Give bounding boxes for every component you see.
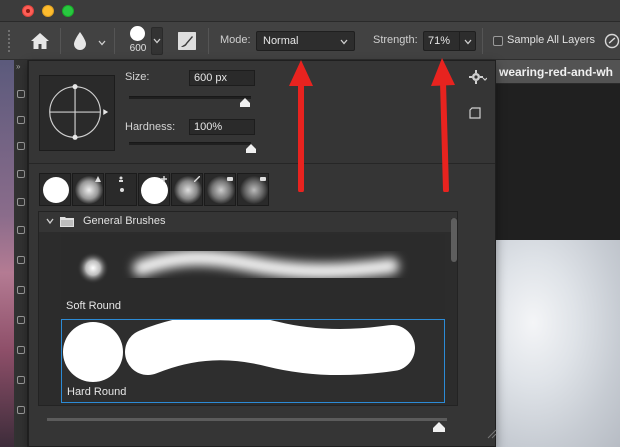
new-preset-icon[interactable] bbox=[469, 107, 481, 119]
chevron-down-icon bbox=[340, 39, 348, 45]
brush-preset-name: Hard Round bbox=[67, 386, 127, 398]
strength-label: Strength: bbox=[373, 34, 418, 46]
brush-presets-list: General Brushes Soft Round Hard Round bbox=[38, 211, 458, 406]
hard-round-thumbnail bbox=[43, 177, 69, 203]
chevron-down-icon[interactable] bbox=[46, 217, 54, 225]
panel-divider bbox=[29, 163, 495, 164]
preview-size-slider-thumb[interactable] bbox=[433, 422, 445, 432]
hardness-value: 100% bbox=[194, 121, 223, 133]
eraser-tip-icon bbox=[227, 177, 233, 181]
desktop-background bbox=[0, 60, 14, 447]
recent-brush-preset[interactable] bbox=[105, 173, 137, 206]
tool-button[interactable] bbox=[17, 346, 25, 354]
canvas-area[interactable] bbox=[496, 84, 620, 240]
sample-all-layers-label: Sample All Layers bbox=[507, 34, 596, 46]
brush-preset-picker-button[interactable] bbox=[151, 27, 163, 55]
window-title-bar bbox=[0, 0, 620, 22]
home-icon[interactable] bbox=[30, 32, 50, 50]
brush-angle-roundness-widget[interactable] bbox=[39, 75, 115, 151]
hardness-slider-track[interactable] bbox=[129, 142, 251, 145]
options-bar-grip[interactable] bbox=[8, 30, 12, 52]
expand-panel-icon[interactable]: » bbox=[16, 62, 20, 71]
recent-brushes-row bbox=[39, 173, 269, 208]
hard-round-stroke-preview bbox=[63, 320, 415, 382]
tool-button[interactable] bbox=[17, 256, 25, 264]
size-slider-thumb[interactable] bbox=[239, 98, 250, 107]
brush-preset-soft-round[interactable]: Soft Round bbox=[61, 234, 445, 316]
preview-size-slider-track[interactable] bbox=[47, 418, 447, 421]
size-input[interactable]: 600 px bbox=[189, 70, 255, 86]
brush-size-readout: 600 bbox=[129, 43, 147, 54]
brush-group-title: General Brushes bbox=[83, 215, 166, 227]
list-scrollbar-thumb[interactable] bbox=[451, 218, 457, 262]
canvas-image[interactable] bbox=[496, 240, 620, 447]
close-window-button[interactable] bbox=[22, 5, 34, 17]
options-separator bbox=[482, 28, 483, 54]
minimize-window-button[interactable] bbox=[42, 5, 54, 17]
options-separator bbox=[208, 28, 209, 54]
small-round-thumbnail bbox=[120, 188, 124, 192]
folder-icon bbox=[60, 217, 74, 227]
size-slider-track[interactable] bbox=[129, 96, 251, 99]
tool-button[interactable] bbox=[17, 142, 25, 150]
tools-panel: » bbox=[14, 60, 28, 447]
water-drop-icon[interactable] bbox=[72, 31, 88, 51]
document-tab-title: wearing-red-and-wh bbox=[499, 65, 614, 79]
chevron-down-icon[interactable] bbox=[98, 40, 106, 46]
pressure-size-icon bbox=[119, 176, 123, 182]
annotation-arrow-mode bbox=[289, 60, 313, 192]
tool-button[interactable] bbox=[17, 198, 25, 206]
strength-input[interactable]: 71% bbox=[423, 31, 460, 51]
tool-button[interactable] bbox=[17, 406, 25, 414]
plus-icon bbox=[161, 176, 167, 182]
recent-brush-preset[interactable] bbox=[237, 173, 269, 206]
tool-button[interactable] bbox=[17, 286, 25, 294]
recent-brush-preset[interactable] bbox=[72, 173, 104, 206]
sample-all-layers-checkbox[interactable] bbox=[493, 36, 503, 46]
tool-options-bar: 600 Mode: Normal Strength: 71% Sample Al… bbox=[0, 22, 620, 60]
annotation-arrow-strength bbox=[431, 58, 455, 192]
soft-round-stroke-preview bbox=[77, 249, 399, 284]
hardness-input[interactable]: 100% bbox=[189, 119, 255, 135]
pressure-icon[interactable] bbox=[604, 33, 620, 49]
strength-dropdown-button[interactable] bbox=[459, 31, 476, 51]
panel-resize-grip-icon[interactable] bbox=[485, 427, 497, 439]
mode-label: Mode: bbox=[220, 34, 251, 46]
tool-button[interactable] bbox=[17, 116, 25, 124]
eraser-tip-icon bbox=[260, 177, 266, 181]
mode-select[interactable]: Normal bbox=[256, 31, 355, 51]
document-tab[interactable]: wearing-red-and-wh bbox=[496, 60, 620, 84]
tool-button[interactable] bbox=[17, 226, 25, 234]
tool-button[interactable] bbox=[17, 316, 25, 324]
mode-value: Normal bbox=[263, 35, 299, 47]
brush-tip-icon bbox=[194, 176, 200, 182]
strength-value: 71% bbox=[428, 35, 451, 47]
zoom-window-button[interactable] bbox=[62, 5, 74, 17]
gear-icon[interactable] bbox=[469, 69, 487, 85]
tool-button[interactable] bbox=[17, 170, 25, 178]
tool-button[interactable] bbox=[17, 376, 25, 384]
tool-button[interactable] bbox=[17, 90, 25, 98]
brush-preset-hard-round[interactable]: Hard Round bbox=[61, 319, 445, 403]
brush-preset-preview[interactable] bbox=[126, 25, 150, 45]
size-value: 600 px bbox=[194, 72, 228, 84]
size-label: Size: bbox=[125, 71, 150, 83]
pressure-size-icon bbox=[95, 176, 101, 182]
recent-brush-preset[interactable] bbox=[39, 173, 71, 206]
brush-preset-picker-panel: Size: 600 px Hardness: 100% General Brus… bbox=[28, 60, 497, 447]
chevron-down-icon bbox=[464, 39, 472, 45]
brush-group-header[interactable]: General Brushes bbox=[39, 212, 457, 232]
recent-brush-preset[interactable] bbox=[204, 173, 236, 206]
options-separator bbox=[60, 28, 61, 54]
options-separator bbox=[114, 28, 115, 54]
recent-brush-preset[interactable] bbox=[138, 173, 170, 206]
recent-brush-preset[interactable] bbox=[171, 173, 203, 206]
brush-settings-icon[interactable] bbox=[178, 32, 196, 50]
hardness-label: Hardness: bbox=[125, 121, 176, 133]
chevron-down-icon bbox=[153, 38, 161, 44]
hardness-slider-thumb[interactable] bbox=[246, 144, 256, 153]
brush-preset-name: Soft Round bbox=[66, 300, 122, 312]
